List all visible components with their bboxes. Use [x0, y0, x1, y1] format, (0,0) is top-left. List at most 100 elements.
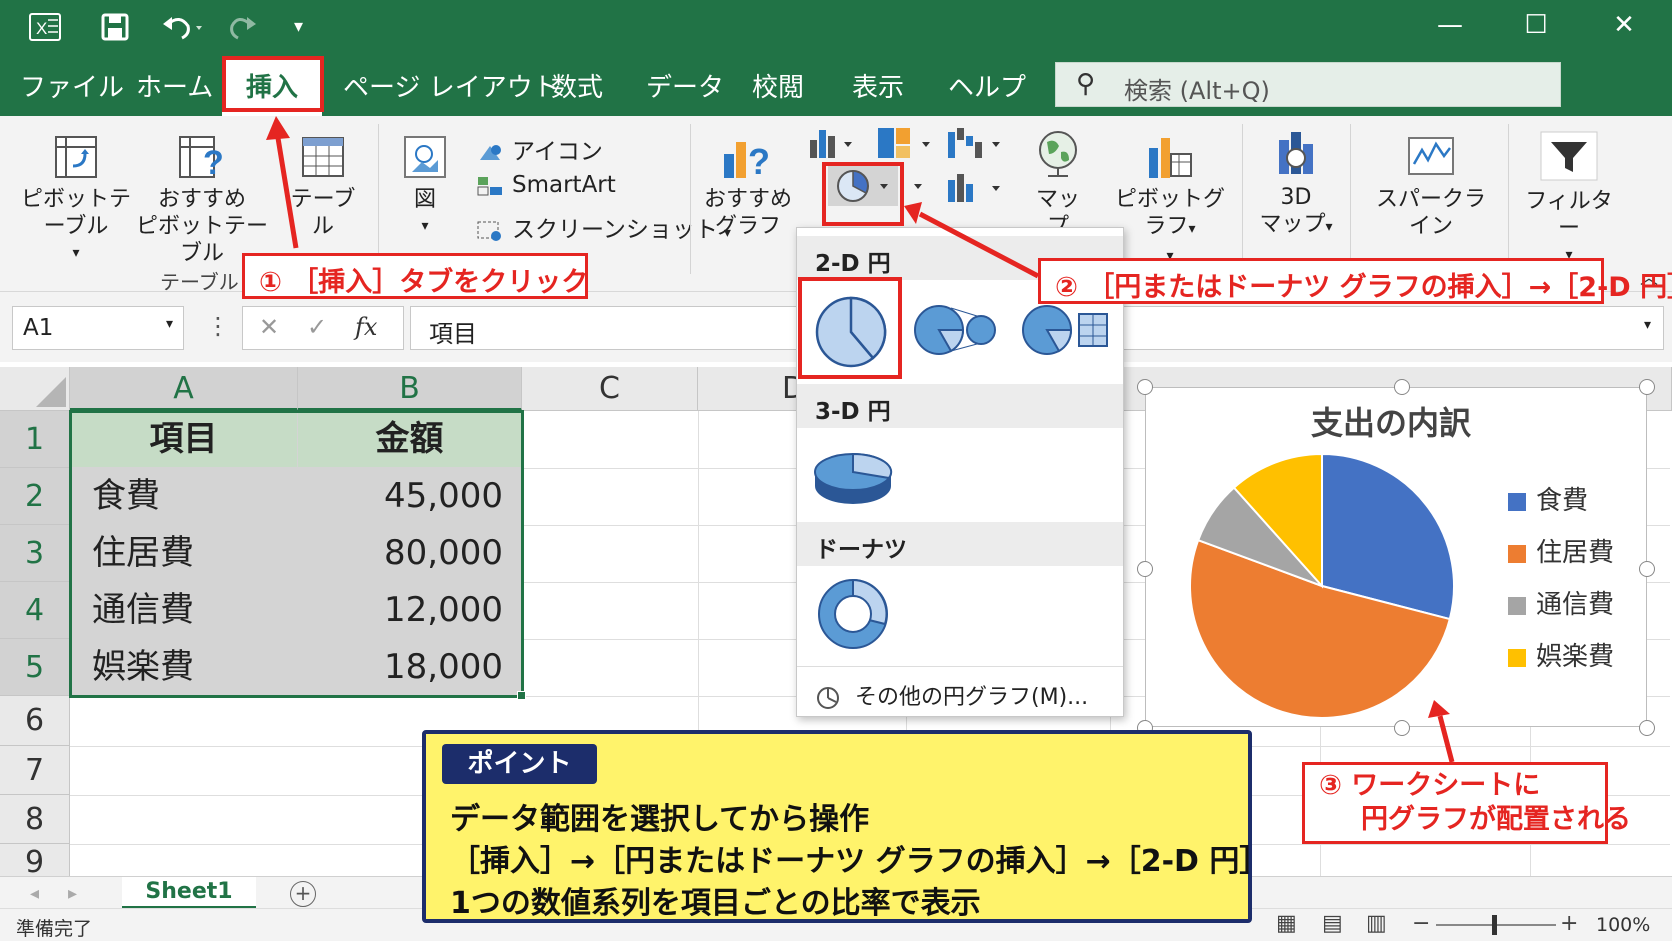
point-line-3: 1つの数値系列を項目ごとの比率で表示	[450, 886, 981, 921]
tab-page-layout[interactable]: ページ レイアウト	[343, 68, 559, 108]
name-box[interactable]: A1 ▾	[12, 306, 184, 350]
row-header[interactable]: 1	[0, 411, 70, 468]
tab-formulas[interactable]: 数式	[551, 68, 603, 108]
tab-review[interactable]: 校閲	[752, 68, 804, 108]
pivot-table-button[interactable]: ピボットテーブル ▾	[18, 134, 134, 267]
screenshot-label: スクリーンショット	[512, 217, 718, 243]
legend-item: 住居費	[1508, 532, 1614, 584]
stat-chart-button[interactable]	[946, 170, 1006, 208]
row-header[interactable]: 6	[0, 696, 70, 746]
undo-icon[interactable]	[160, 12, 206, 49]
chevron-down-icon: ▾	[165, 316, 173, 332]
point-line-2: ［挿入］→［円またはドーナツ グラフの挿入］→［2-D 円］	[450, 844, 1270, 879]
minimize-icon[interactable]: —	[1430, 10, 1470, 40]
enter-icon[interactable]: ✓	[307, 313, 327, 341]
zoom-slider-thumb[interactable]	[1492, 915, 1497, 935]
waterfall-chart-button[interactable]	[946, 126, 1006, 164]
pie-of-pie-option[interactable]	[909, 290, 999, 374]
zoom-level[interactable]: 100%	[1596, 914, 1650, 936]
callout-step2: ② ［円またはドーナツ グラフの挿入］→［2-D 円］	[1038, 258, 1672, 304]
fx-icon[interactable]: fx	[355, 313, 377, 341]
tab-view[interactable]: 表示	[852, 68, 904, 108]
filter-button[interactable]: フィルター ▾	[1524, 130, 1614, 269]
cancel-icon[interactable]: ✕	[259, 313, 279, 341]
maximize-icon[interactable]: ☐	[1516, 10, 1556, 40]
chart-resize-handle[interactable]	[1394, 379, 1410, 395]
save-icon[interactable]	[100, 12, 130, 49]
column-header-a[interactable]: A	[70, 367, 298, 411]
tab-file[interactable]: ファイル	[20, 68, 124, 108]
chart-resize-handle[interactable]	[1394, 720, 1410, 736]
tab-home[interactable]: ホーム	[136, 68, 213, 108]
row-header[interactable]: 7	[0, 746, 70, 795]
highlight-insert-tab	[222, 56, 324, 112]
recommended-pivot-icon: ?	[179, 136, 224, 180]
scroll-left-icon[interactable]: ◂	[30, 883, 39, 904]
donut-option[interactable]	[809, 570, 899, 664]
row-header[interactable]: 8	[0, 795, 70, 844]
map-button[interactable]: マップ	[1028, 128, 1088, 240]
zoom-in-icon[interactable]: +	[1560, 911, 1578, 936]
row-header[interactable]: 3	[0, 525, 70, 582]
page-break-view-icon[interactable]: ▥	[1366, 911, 1387, 936]
zoom-out-icon[interactable]: −	[1412, 911, 1430, 936]
legend-swatch	[1508, 648, 1526, 667]
tab-help[interactable]: ヘルプ	[948, 68, 1026, 108]
line-chart-button[interactable]	[912, 168, 928, 206]
close-icon[interactable]: ✕	[1604, 10, 1644, 40]
more-icon[interactable]: ⋮	[206, 312, 230, 340]
search-input[interactable]: ⚲ 検索 (Alt+Q)	[1055, 62, 1561, 107]
chevron-down-icon: ▾	[72, 245, 80, 261]
column-header-c[interactable]: C	[522, 367, 698, 411]
screenshot-button[interactable]: スクリーンショット ▾	[476, 210, 731, 244]
group-label-table: テーブル	[160, 270, 239, 294]
column-chart-button[interactable]	[808, 126, 858, 164]
redo-icon[interactable]	[228, 12, 258, 49]
scroll-right-icon[interactable]: ▸	[68, 883, 77, 904]
row-header[interactable]: 4	[0, 582, 70, 639]
legend-item: 通信費	[1508, 584, 1614, 636]
figure-button[interactable]: 図 ▾	[392, 134, 458, 240]
table-label: テーブル	[290, 187, 356, 239]
3d-map-button[interactable]: 3D マップ▾	[1256, 130, 1336, 241]
section-3d-pie: 3-D 円	[797, 384, 1123, 428]
chevron-down-icon: ▾	[421, 218, 429, 234]
select-all-corner[interactable]	[0, 367, 70, 411]
column-header-b[interactable]: B	[298, 367, 522, 411]
add-sheet-icon[interactable]: +	[290, 881, 316, 907]
table-button[interactable]: テーブル	[283, 134, 363, 240]
chart-resize-handle[interactable]	[1137, 561, 1153, 577]
smartart-button[interactable]: SmartArt	[476, 172, 616, 198]
filter-label: フィルター	[1525, 189, 1613, 241]
hierarchy-chart-button[interactable]	[876, 126, 936, 164]
ribbon-separator	[378, 124, 379, 274]
fill-handle[interactable]	[517, 691, 526, 700]
pie-chart[interactable]: 支出の内訳 食費 住居費 通信費 娯楽費	[1145, 387, 1647, 727]
3d-map-label-1: 3D	[1280, 185, 1312, 210]
icons-button[interactable]: アイコン	[476, 132, 603, 166]
recommended-chart-icon: ?	[724, 141, 770, 180]
sparkline-label: スパークライン	[1375, 187, 1486, 239]
row-header[interactable]: 2	[0, 468, 70, 525]
row-header[interactable]: 5	[0, 639, 70, 696]
page-layout-view-icon[interactable]: ▤	[1322, 911, 1343, 936]
tab-data[interactable]: データ	[646, 68, 724, 108]
legend-swatch	[1508, 596, 1526, 615]
sparkline-button[interactable]: スパークライン	[1366, 134, 1496, 240]
chart-resize-handle[interactable]	[1639, 379, 1655, 395]
chart-resize-handle[interactable]	[1639, 720, 1655, 736]
figure-icon	[404, 136, 446, 178]
customize-qat-icon[interactable]: ▾	[294, 16, 303, 37]
chart-resize-handle[interactable]	[1639, 561, 1655, 577]
pivot-chart-icon	[1149, 138, 1192, 178]
normal-view-icon[interactable]: ▦	[1276, 911, 1297, 936]
pie-3d-option[interactable]	[809, 438, 901, 518]
chart-resize-handle[interactable]	[1137, 379, 1153, 395]
chevron-down-icon: ▾	[1643, 317, 1651, 333]
sheet-tab-sheet1[interactable]: Sheet1	[122, 877, 256, 909]
point-line-1: データ範囲を選択してから操作	[450, 802, 870, 837]
pivot-chart-button[interactable]: ピボットグラフ▾ ▾	[1110, 134, 1230, 270]
more-pie-charts-option[interactable]: その他の円グラフ(M)...	[797, 666, 1123, 716]
recommended-chart-button[interactable]: ? おすすめ グラフ	[700, 134, 796, 240]
recommended-pivot-button[interactable]: ? おすすめ ピボットテーブル	[132, 134, 272, 267]
